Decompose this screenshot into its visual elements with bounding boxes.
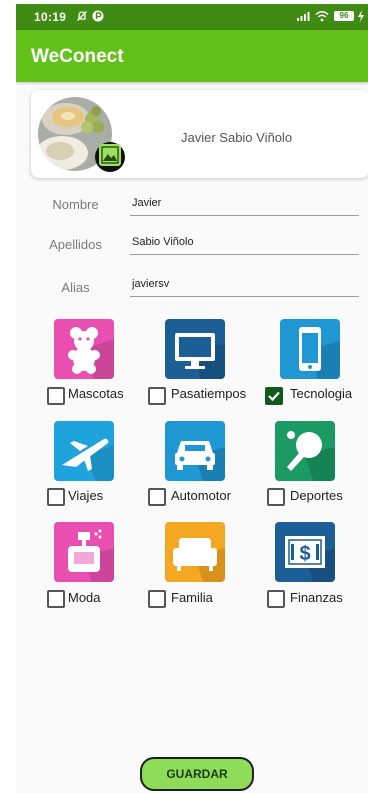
airplane-icon[interactable]	[54, 421, 114, 481]
checkbox-familia[interactable]	[148, 590, 166, 608]
smartphone-icon[interactable]	[280, 319, 340, 379]
app-bar: WeConect	[16, 30, 368, 82]
nombre-field[interactable]	[130, 194, 359, 216]
app-notification-icon	[92, 10, 104, 25]
status-time: 10:19	[34, 10, 67, 24]
nombre-label: Nombre	[52, 197, 99, 212]
category-label-mascotas: Mascotas	[68, 386, 124, 401]
category-label-familia: Familia	[171, 590, 213, 605]
checkbox-pasatiempos[interactable]	[148, 387, 166, 405]
svg-text:$: $	[299, 543, 310, 565]
battery-icon: 96	[334, 11, 354, 21]
checkbox-finanzas[interactable]	[267, 590, 285, 608]
car-icon[interactable]	[165, 421, 225, 481]
ping-pong-icon[interactable]	[275, 421, 335, 481]
category-label-viajes: Viajes	[68, 488, 104, 503]
checkbox-tecnologia[interactable]	[265, 387, 283, 405]
checkbox-automotor[interactable]	[148, 488, 166, 506]
category-label-tecnologia: Tecnologia	[290, 386, 353, 401]
perfume-icon[interactable]	[54, 522, 114, 582]
save-button[interactable]: GUARDAR	[140, 757, 254, 791]
profile-card: Javier Sabio Viñolo	[31, 90, 368, 178]
sofa-icon[interactable]	[165, 522, 225, 582]
teddy-bear-icon[interactable]	[54, 319, 114, 379]
category-label-deportes: Deportes	[290, 488, 343, 503]
gallery-icon	[99, 143, 121, 171]
category-label-finanzas: Finanzas	[290, 590, 343, 605]
check-icon	[268, 391, 280, 402]
apellidos-label: Apellidos	[49, 237, 102, 252]
category-label-moda: Moda	[68, 590, 101, 605]
category-label-automotor: Automotor	[171, 488, 231, 503]
status-bar: 10:19 96	[16, 4, 368, 30]
checkbox-deportes[interactable]	[267, 488, 285, 506]
category-label-pasatiempos: Pasatiempos	[171, 386, 247, 401]
silent-icon	[76, 10, 88, 25]
dollar-bill-icon[interactable]: $	[275, 522, 335, 582]
charging-icon	[357, 10, 365, 25]
apellidos-field[interactable]	[130, 233, 359, 255]
checkbox-viajes[interactable]	[47, 488, 65, 506]
television-icon[interactable]	[165, 319, 225, 379]
change-photo-button[interactable]	[95, 142, 125, 172]
checkbox-mascotas[interactable]	[47, 387, 65, 405]
alias-label: Alias	[61, 280, 90, 295]
profile-name: Javier Sabio Viñolo	[181, 130, 293, 145]
checkbox-moda[interactable]	[47, 590, 65, 608]
app-title: WeConect	[31, 46, 124, 67]
wifi-icon	[315, 10, 329, 25]
alias-field[interactable]	[130, 275, 359, 297]
signal-icon	[296, 10, 310, 25]
phone-screen: 10:19 96 WeConect Javier Sabio Viñolo No…	[16, 4, 368, 793]
